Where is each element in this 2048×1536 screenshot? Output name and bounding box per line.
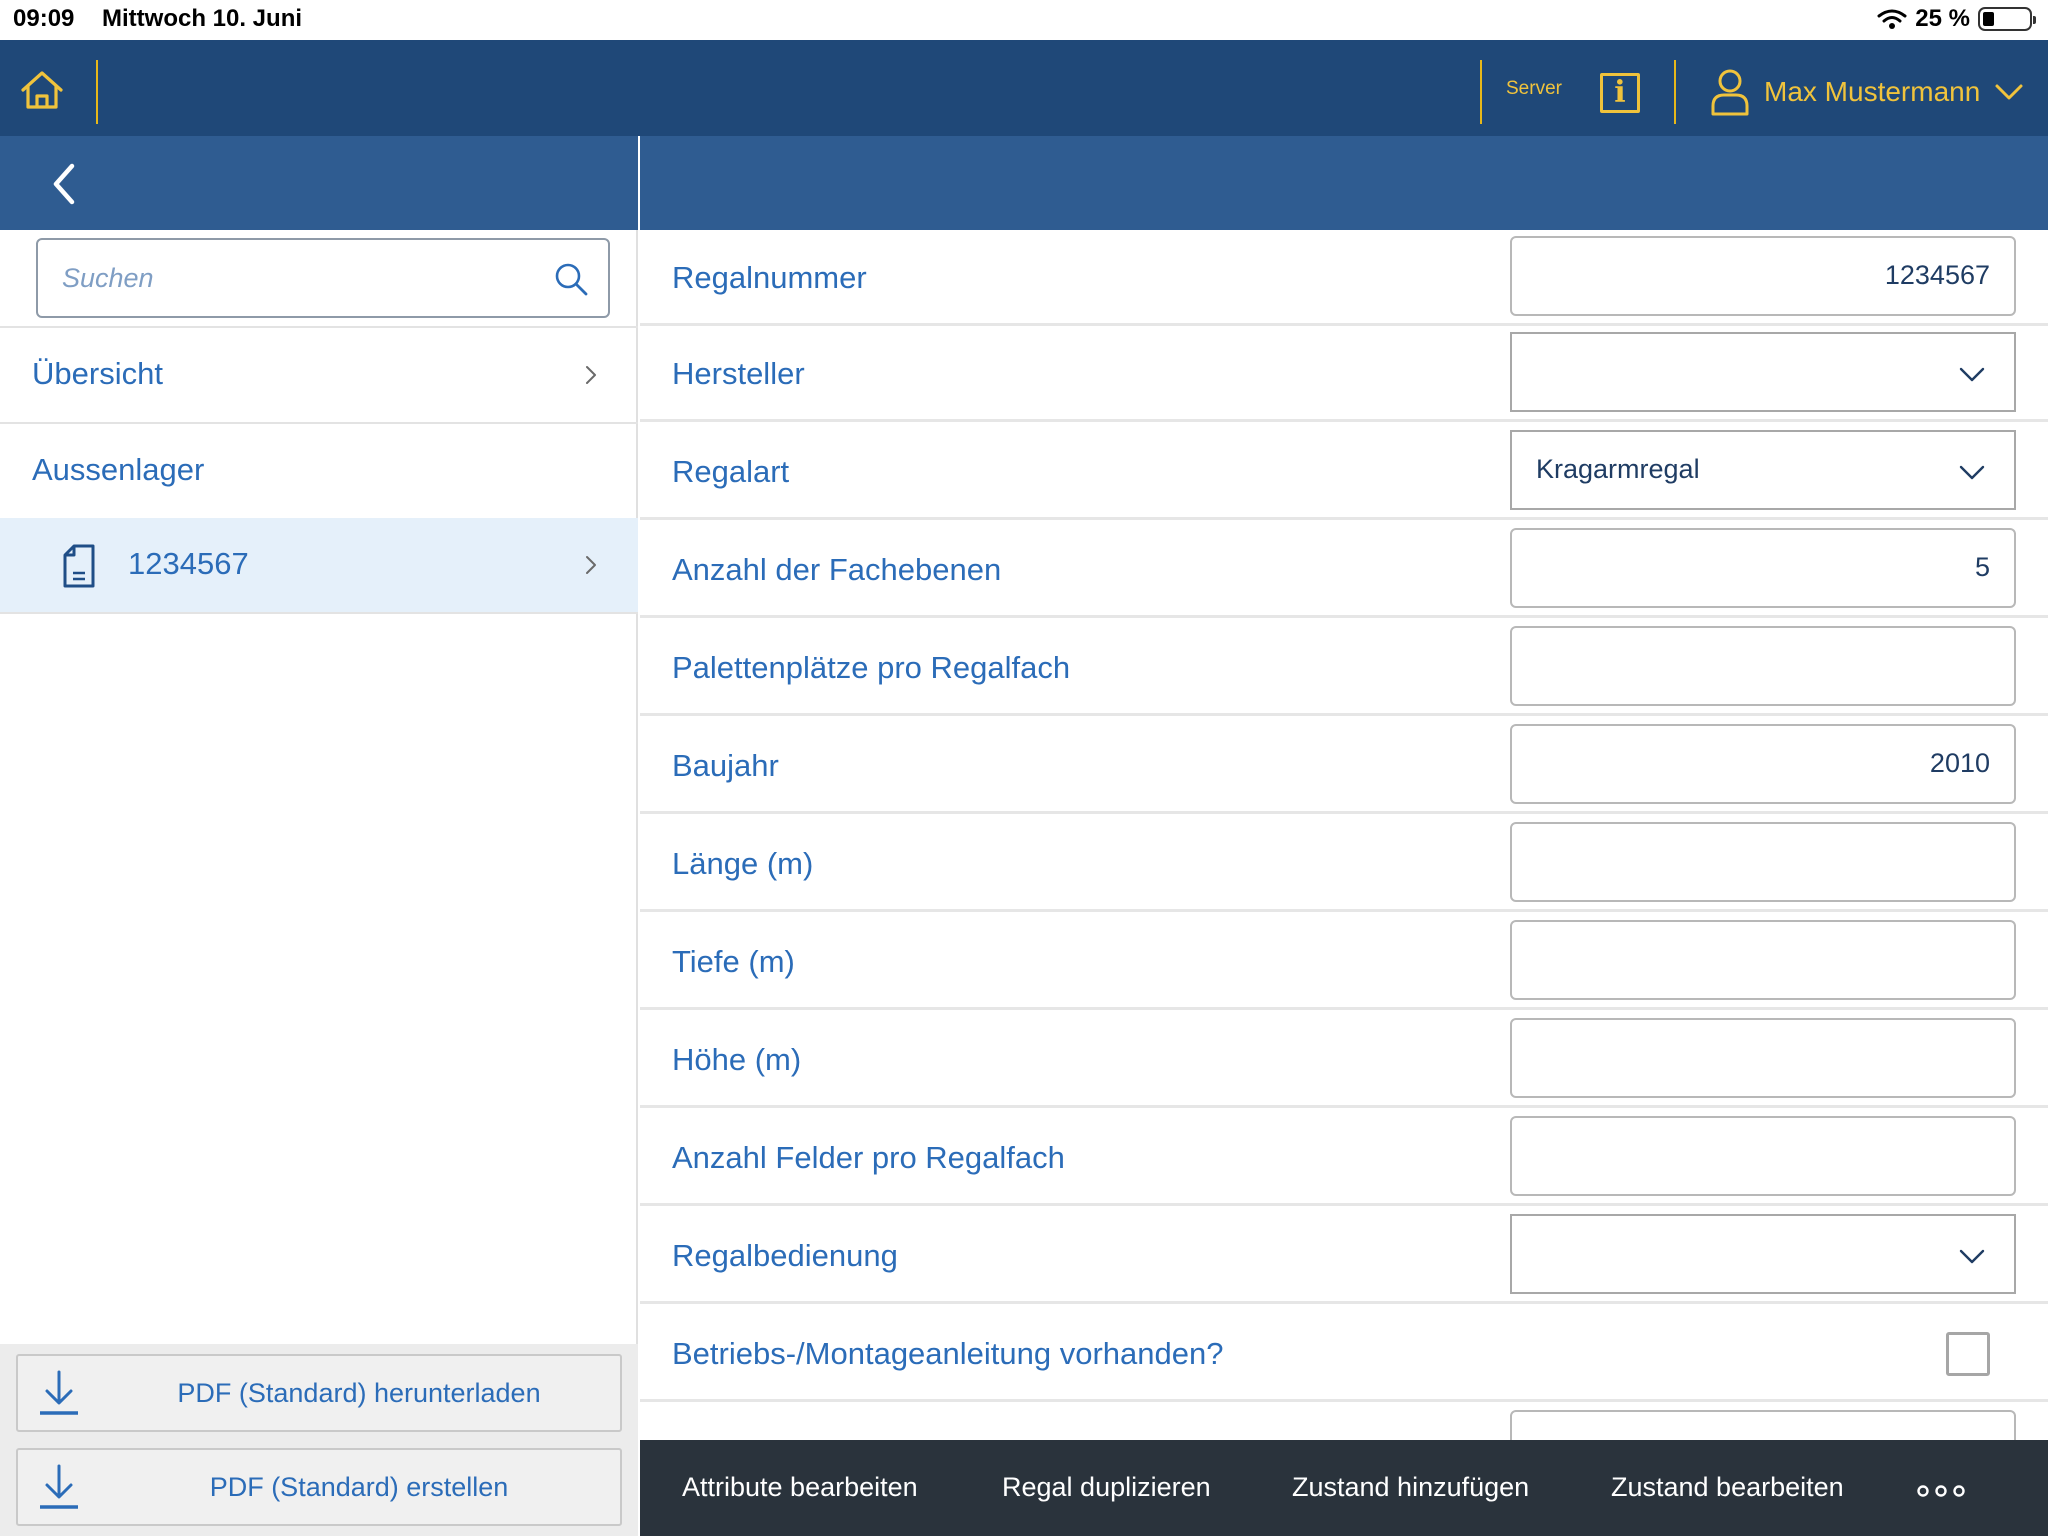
pdf-download-label: PDF (Standard) herunterladen <box>177 1378 541 1408</box>
nav-divider <box>1480 60 1482 124</box>
sidebar-group-aussenlager: Aussenlager <box>0 424 638 518</box>
sidebar-item-label: 1234567 <box>128 546 249 581</box>
form-row-regalnummer: Regalnummer 1234567 <box>640 230 2048 326</box>
more-icon[interactable] <box>1916 1484 1966 1498</box>
field-label: Regalnummer <box>672 260 867 295</box>
divider <box>0 612 638 614</box>
user-icon[interactable] <box>1710 68 1750 116</box>
field-label: Anzahl der Fachebenen <box>672 552 1002 587</box>
nav-divider <box>96 60 98 124</box>
form-row-hoehe: Höhe (m) <box>640 1012 2048 1108</box>
detail-header <box>640 136 2048 230</box>
hoehe-input[interactable] <box>1510 1018 2016 1098</box>
baujahr-input[interactable]: 2010 <box>1510 724 2016 804</box>
status-date: Mittwoch 10. Juni <box>102 5 303 32</box>
regalart-select[interactable]: Kragarmregal <box>1510 430 2016 510</box>
sidebar-item-1234567[interactable]: 1234567 <box>0 518 638 612</box>
download-icon <box>40 1464 78 1509</box>
regal-duplizieren-button[interactable]: Regal duplizieren <box>1002 1472 1211 1503</box>
field-label: Anzahl Felder pro Regalfach <box>672 1140 1065 1175</box>
sidebar-item-uebersicht[interactable]: Übersicht <box>0 328 638 422</box>
anleitung-checkbox[interactable] <box>1946 1332 1990 1376</box>
sidebar: Übersicht Aussenlager 1234567 <box>0 230 638 1536</box>
chevron-down-icon <box>1959 1249 1985 1264</box>
field-value: 1234567 <box>1884 260 1990 290</box>
pdf-create-label: PDF (Standard) erstellen <box>209 1472 509 1502</box>
search-icon[interactable] <box>554 262 588 296</box>
form-row-partial <box>640 1404 2048 1440</box>
field-value: 2010 <box>1929 748 1990 778</box>
field-label: Betriebs-/Montageanleitung vorhanden? <box>672 1336 1224 1371</box>
field-label: Tiefe (m) <box>672 944 795 979</box>
chevron-right-icon <box>586 366 596 384</box>
battery-percent: 25 % <box>1915 5 1970 32</box>
status-right: 25 % <box>1877 5 2036 33</box>
zustand-bearbeiten-button[interactable]: Zustand bearbeiten <box>1611 1472 1844 1503</box>
attribute-bearbeiten-button[interactable]: Attribute bearbeiten <box>682 1472 918 1503</box>
laenge-input[interactable] <box>1510 822 2016 902</box>
back-arrow-icon[interactable] <box>46 162 82 206</box>
form-row-baujahr: Baujahr 2010 <box>640 718 2048 814</box>
search-box[interactable] <box>36 238 610 318</box>
user-name[interactable]: Max Mustermann <box>1764 76 1980 108</box>
form-row-regalart: Regalart Kragarmregal <box>640 424 2048 520</box>
form-row-palettenplaetze: Palettenplätze pro Regalfach <box>640 620 2048 716</box>
form-row-felder: Anzahl Felder pro Regalfach <box>640 1110 2048 1206</box>
sidebar-header <box>0 136 638 230</box>
home-icon[interactable] <box>20 70 64 110</box>
form-row-regalbedienung: Regalbedienung <box>640 1208 2048 1304</box>
field-label: Palettenplätze pro Regalfach <box>672 650 1071 685</box>
form-row-anleitung: Betriebs-/Montageanleitung vorhanden? <box>640 1306 2048 1402</box>
partial-input[interactable] <box>1510 1410 2016 1440</box>
chevron-right-icon <box>586 556 596 574</box>
palettenplaetze-input[interactable] <box>1510 626 2016 706</box>
regalnummer-input[interactable]: 1234567 <box>1510 236 2016 316</box>
chevron-down-icon[interactable] <box>1994 82 2024 102</box>
detail-form: Regalnummer 1234567 Hersteller Regalart … <box>640 230 2048 1440</box>
zustand-hinzufuegen-button[interactable]: Zustand hinzufügen <box>1292 1472 1529 1503</box>
status-time: 09:09 <box>13 5 75 32</box>
top-nav: Server i Max Mustermann <box>0 40 2048 136</box>
server-label[interactable]: Server <box>1506 78 1562 100</box>
battery-icon <box>1978 7 2036 31</box>
sidebar-item-label: Übersicht <box>32 356 163 391</box>
field-value: 5 <box>1974 552 1990 582</box>
nav-divider <box>1674 60 1676 124</box>
info-icon[interactable]: i <box>1600 73 1640 113</box>
fachebenen-input[interactable]: 5 <box>1510 528 2016 608</box>
download-icon <box>40 1370 78 1415</box>
wifi-icon <box>1877 9 1907 29</box>
pdf-create-button[interactable]: PDF (Standard) erstellen <box>16 1448 622 1526</box>
hersteller-select[interactable] <box>1510 332 2016 412</box>
status-bar: 09:09 Mittwoch 10. Juni 25 % <box>0 0 2048 40</box>
form-row-tiefe: Tiefe (m) <box>640 914 2048 1010</box>
field-label: Hersteller <box>672 356 805 391</box>
sidebar-group-label: Aussenlager <box>32 452 205 487</box>
form-row-laenge: Länge (m) <box>640 816 2048 912</box>
field-label: Regalbedienung <box>672 1238 898 1273</box>
field-label: Baujahr <box>672 748 779 783</box>
document-icon <box>63 544 95 588</box>
field-value: Kragarmregal <box>1536 454 1700 484</box>
chevron-down-icon <box>1959 367 1985 382</box>
regalbedienung-select[interactable] <box>1510 1214 2016 1294</box>
felder-input[interactable] <box>1510 1116 2016 1196</box>
field-label: Regalart <box>672 454 790 489</box>
field-label: Länge (m) <box>672 846 814 881</box>
tiefe-input[interactable] <box>1510 920 2016 1000</box>
action-toolbar: Attribute bearbeiten Regal duplizieren Z… <box>640 1440 2048 1536</box>
field-label: Höhe (m) <box>672 1042 802 1077</box>
search-input[interactable] <box>62 240 542 316</box>
pdf-download-button[interactable]: PDF (Standard) herunterladen <box>16 1354 622 1432</box>
sidebar-footer: PDF (Standard) herunterladen PDF (Standa… <box>0 1344 638 1536</box>
form-row-hersteller: Hersteller <box>640 326 2048 422</box>
form-row-fachebenen: Anzahl der Fachebenen 5 <box>640 522 2048 618</box>
chevron-down-icon <box>1959 465 1985 480</box>
